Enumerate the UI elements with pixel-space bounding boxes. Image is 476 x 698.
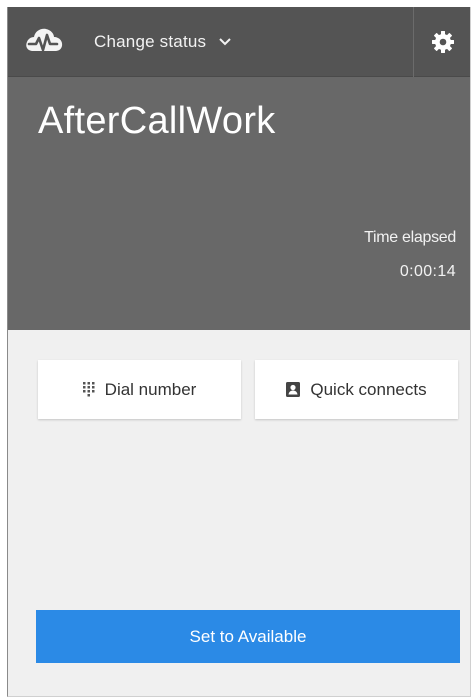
time-elapsed-label: Time elapsed bbox=[364, 229, 456, 246]
gear-icon bbox=[432, 31, 454, 53]
set-to-available-button[interactable]: Set to Available bbox=[36, 610, 460, 663]
change-status-dropdown[interactable]: Change status bbox=[94, 28, 232, 56]
dial-number-button[interactable]: Dial number bbox=[38, 360, 241, 419]
quick-connects-label: Quick connects bbox=[310, 379, 427, 399]
chevron-down-icon bbox=[219, 38, 231, 46]
time-elapsed-value: 0:00:14 bbox=[399, 263, 456, 280]
settings-button[interactable] bbox=[414, 7, 470, 77]
top-bar: Change status bbox=[8, 7, 470, 77]
agent-state-panel: AfterCallWork Time elapsed 0:00:14 bbox=[8, 77, 470, 330]
dialpad-icon bbox=[82, 382, 95, 397]
set-to-available-label: Set to Available bbox=[189, 626, 307, 646]
change-status-label: Change status bbox=[94, 32, 207, 51]
contact-book-icon bbox=[286, 382, 301, 397]
contact-control-panel: Change status AfterCallWork Time elapsed… bbox=[7, 7, 471, 697]
agent-state-name: AfterCallWork bbox=[38, 100, 276, 142]
dial-number-label: Dial number bbox=[104, 379, 197, 399]
cloud-pulse-icon bbox=[26, 28, 63, 52]
quick-connects-button[interactable]: Quick connects bbox=[255, 360, 458, 419]
